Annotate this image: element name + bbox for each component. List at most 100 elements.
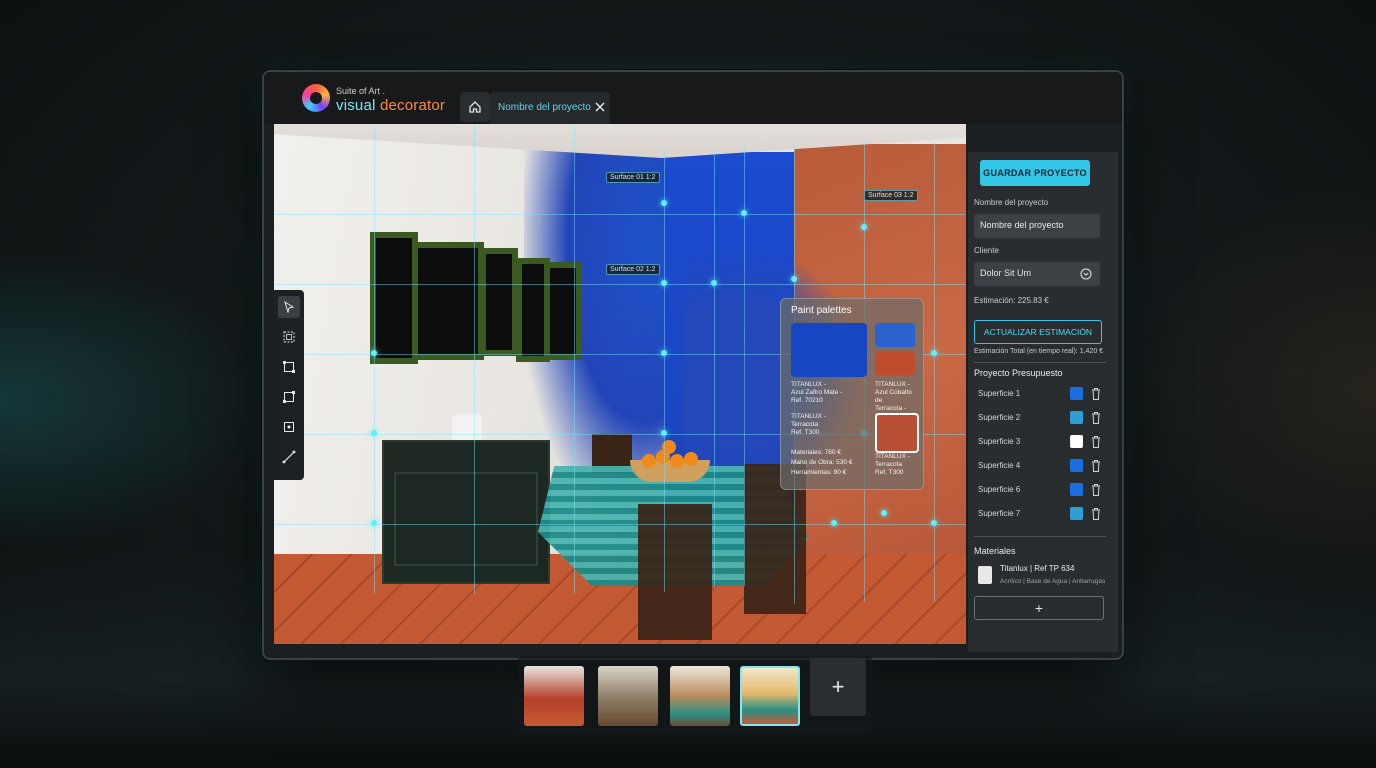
thumbnail-room-4[interactable]	[740, 666, 800, 726]
palette-swatch-terracotta[interactable]	[875, 351, 915, 375]
project-name-field[interactable]: Nombre del proyecto	[974, 214, 1100, 238]
measure-tool-button[interactable]	[278, 386, 300, 408]
grid-node[interactable]	[831, 520, 837, 526]
grid-node[interactable]	[931, 350, 937, 356]
grid-node[interactable]	[931, 520, 937, 526]
divider	[974, 362, 1106, 363]
close-tab-button[interactable]	[591, 98, 609, 116]
brand-suite-text: Suite of Art .	[336, 86, 386, 96]
project-name-label: Nombre del proyecto	[974, 198, 1049, 207]
trash-icon[interactable]	[1090, 507, 1102, 521]
palette-swatch-selected[interactable]	[875, 413, 919, 453]
close-icon	[595, 102, 605, 112]
top-bar: Suite of Art . visual decorator Nombre d…	[264, 72, 1122, 124]
area-select-tool-button[interactable]	[278, 326, 300, 348]
dimension-label: Surface 02 1:2	[606, 264, 660, 275]
dashed-square-icon	[283, 331, 295, 343]
surface-label: Superficie 4	[978, 461, 1021, 470]
surface-color-swatch[interactable]	[1070, 483, 1083, 496]
trash-icon[interactable]	[1090, 387, 1102, 401]
line-tool-button[interactable]	[278, 446, 300, 468]
tool-bar	[274, 290, 304, 480]
trash-icon[interactable]	[1090, 483, 1102, 497]
surface-label: Superficie 6	[978, 485, 1021, 494]
grid-node[interactable]	[371, 350, 377, 356]
room-canvas[interactable]: Surface 01 1:2 Surface 02 1:2 Surface 03…	[274, 124, 966, 644]
window	[370, 232, 582, 366]
dimension-label: Surface 03 1:2	[864, 190, 918, 201]
palette-swatch-primary[interactable]	[791, 323, 867, 377]
surface-color-swatch[interactable]	[1070, 435, 1083, 448]
kettle	[452, 414, 482, 440]
select-tool-button[interactable]	[278, 296, 300, 318]
save-project-button[interactable]: GUARDAR PROYECTO	[980, 160, 1090, 186]
palette-item-text: TITANLUX - Azul Zafiro Mate - Ref. 70210	[791, 381, 843, 404]
surface-row[interactable]: Superficie 4	[974, 458, 1102, 474]
monitor-window: Suite of Art . visual decorator Nombre d…	[262, 70, 1124, 660]
tab-project[interactable]: Nombre del proyecto	[490, 92, 610, 124]
trash-icon[interactable]	[1090, 411, 1102, 425]
ambient-glow-left	[0, 250, 260, 550]
trash-icon[interactable]	[1090, 459, 1102, 473]
grid-line	[934, 142, 935, 602]
add-scene-button[interactable]: +	[810, 658, 866, 716]
grid-node[interactable]	[661, 430, 667, 436]
grid-node[interactable]	[881, 510, 887, 516]
diagonal-line-icon	[282, 450, 296, 464]
surface-color-swatch[interactable]	[1070, 387, 1083, 400]
grid-line	[274, 214, 966, 215]
client-label: Cliente	[974, 246, 999, 255]
surface-color-swatch[interactable]	[1070, 459, 1083, 472]
square-dot-icon	[284, 422, 294, 432]
surface-row[interactable]: Superficie 7	[974, 506, 1102, 522]
grid-node[interactable]	[791, 276, 797, 282]
thumbnail-room-2[interactable]	[598, 666, 658, 726]
grid-node[interactable]	[741, 210, 747, 216]
orange	[684, 452, 698, 466]
palette-labor-cost: Mano de Obra: 530 €	[791, 459, 853, 466]
materials-title: Materiales	[974, 546, 1016, 556]
surface-tool-button[interactable]	[278, 356, 300, 378]
surface-label: Superficie 1	[978, 389, 1021, 398]
orange	[670, 454, 684, 468]
thumbnail-room-1[interactable]	[524, 666, 584, 726]
brand-title-part1: visual	[336, 97, 376, 114]
grid-node[interactable]	[661, 350, 667, 356]
budget-title: Proyecto Presupuesto	[974, 368, 1063, 378]
client-select[interactable]: Dolor Sit Um	[974, 262, 1100, 286]
update-estimate-button[interactable]: ACTUALIZAR ESTIMACIÓN	[974, 320, 1102, 344]
surface-row[interactable]: Superficie 2	[974, 410, 1102, 426]
grid-node[interactable]	[661, 280, 667, 286]
grid-node[interactable]	[861, 224, 867, 230]
palette-materials-cost: Materiales: 780 €	[791, 449, 841, 456]
grid-node[interactable]	[711, 280, 717, 286]
orange	[642, 454, 656, 468]
realtime-estimate-text: Estimación Total (en tiempo real): 1,420…	[974, 348, 1104, 355]
point-tool-button[interactable]	[278, 416, 300, 438]
grid-node[interactable]	[371, 520, 377, 526]
material-name: Titanlux | Ref TP 634	[1000, 564, 1075, 573]
surface-color-swatch[interactable]	[1070, 411, 1083, 424]
thumbnail-room-3[interactable]	[670, 666, 730, 726]
estimate-text: Estimación: 225.83 €	[974, 296, 1049, 305]
chevron-down-icon	[1080, 268, 1092, 280]
palette-swatch-blue[interactable]	[875, 323, 915, 347]
surface-label: Superficie 2	[978, 413, 1021, 422]
add-material-button[interactable]: +	[974, 596, 1104, 620]
sideboard	[382, 440, 550, 584]
project-panel: GUARDAR PROYECTO Nombre del proyecto Nom…	[968, 152, 1118, 652]
brand-title-part2: decorator	[379, 97, 446, 114]
grid-line	[274, 284, 966, 285]
tab-project-label: Nombre del proyecto	[498, 102, 591, 113]
scene-thumbnails: +	[518, 656, 872, 734]
surface-row[interactable]: Superficie 6	[974, 482, 1102, 498]
grid-line	[274, 524, 966, 525]
surface-row[interactable]: Superficie 1	[974, 386, 1102, 402]
home-button[interactable]	[460, 92, 490, 122]
grid-node[interactable]	[661, 200, 667, 206]
grid-node[interactable]	[371, 430, 377, 436]
trash-icon[interactable]	[1090, 435, 1102, 449]
surface-color-swatch[interactable]	[1070, 507, 1083, 520]
paint-can-icon	[978, 566, 992, 584]
surface-row[interactable]: Superficie 3	[974, 434, 1102, 450]
